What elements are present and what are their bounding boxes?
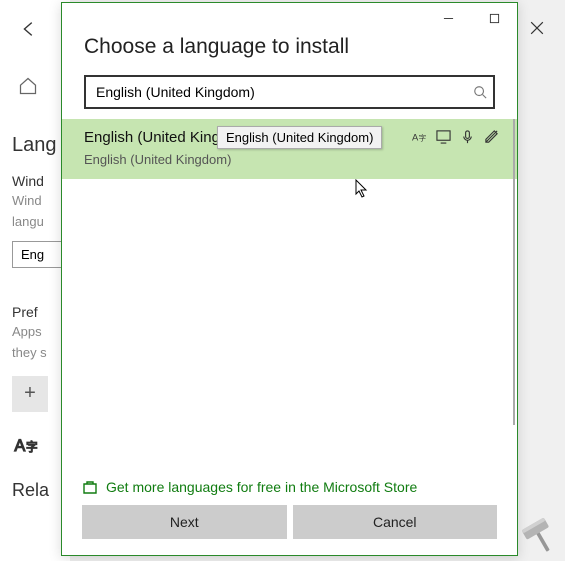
svg-text:A: A [14,437,25,455]
feature-icons: A字 [412,129,499,144]
dialog-footer: Get more languages for free in the Micro… [62,467,517,555]
outer-close-button[interactable] [519,10,555,46]
display-icon [436,129,451,144]
dialog-title: Choose a language to install [62,33,517,75]
titlebar [62,3,517,33]
store-link-text: Get more languages for free in the Micro… [106,479,417,495]
search-input[interactable] [84,75,495,109]
text-to-speech-icon: A字 [412,129,427,144]
handwriting-icon [484,129,499,144]
bg-text1a: Wind [0,191,70,212]
search-icon [473,85,487,99]
store-link[interactable]: Get more languages for free in the Micro… [82,479,497,495]
language-list: English (United King English (United Kin… [62,119,517,467]
section-heading: Lang [0,126,70,161]
minimize-button[interactable] [425,3,471,33]
speech-icon [460,129,475,144]
svg-text:字: 字 [419,132,427,142]
bg-sub1: Wind [0,161,70,191]
cancel-button[interactable]: Cancel [293,505,498,539]
related-heading: Rela [0,472,70,505]
bg-text2a: Apps [0,322,70,343]
button-row: Next Cancel [82,505,497,539]
bg-text2b: they s [0,343,70,364]
bg-lang-input[interactable]: Eng [12,241,62,268]
home-icon[interactable] [18,76,40,98]
svg-text:字: 字 [26,440,38,454]
maximize-button[interactable] [471,3,517,33]
language-install-dialog: Choose a language to install English (Un… [61,2,518,556]
language-item-sub: English (United Kingdom) [84,152,497,167]
scrollbar[interactable] [513,119,515,425]
watermark-icon [517,513,561,557]
store-icon [82,479,98,495]
settings-bg: Lang Wind Wind langu Eng Pref Apps they … [0,0,70,561]
add-button[interactable]: + [12,376,48,412]
bg-text1b: langu [0,212,70,233]
next-button[interactable]: Next [82,505,287,539]
bg-sub2: Pref [0,292,70,322]
tooltip: English (United Kingdom) [217,126,382,149]
back-icon[interactable] [18,18,42,42]
search-wrap [84,75,495,109]
